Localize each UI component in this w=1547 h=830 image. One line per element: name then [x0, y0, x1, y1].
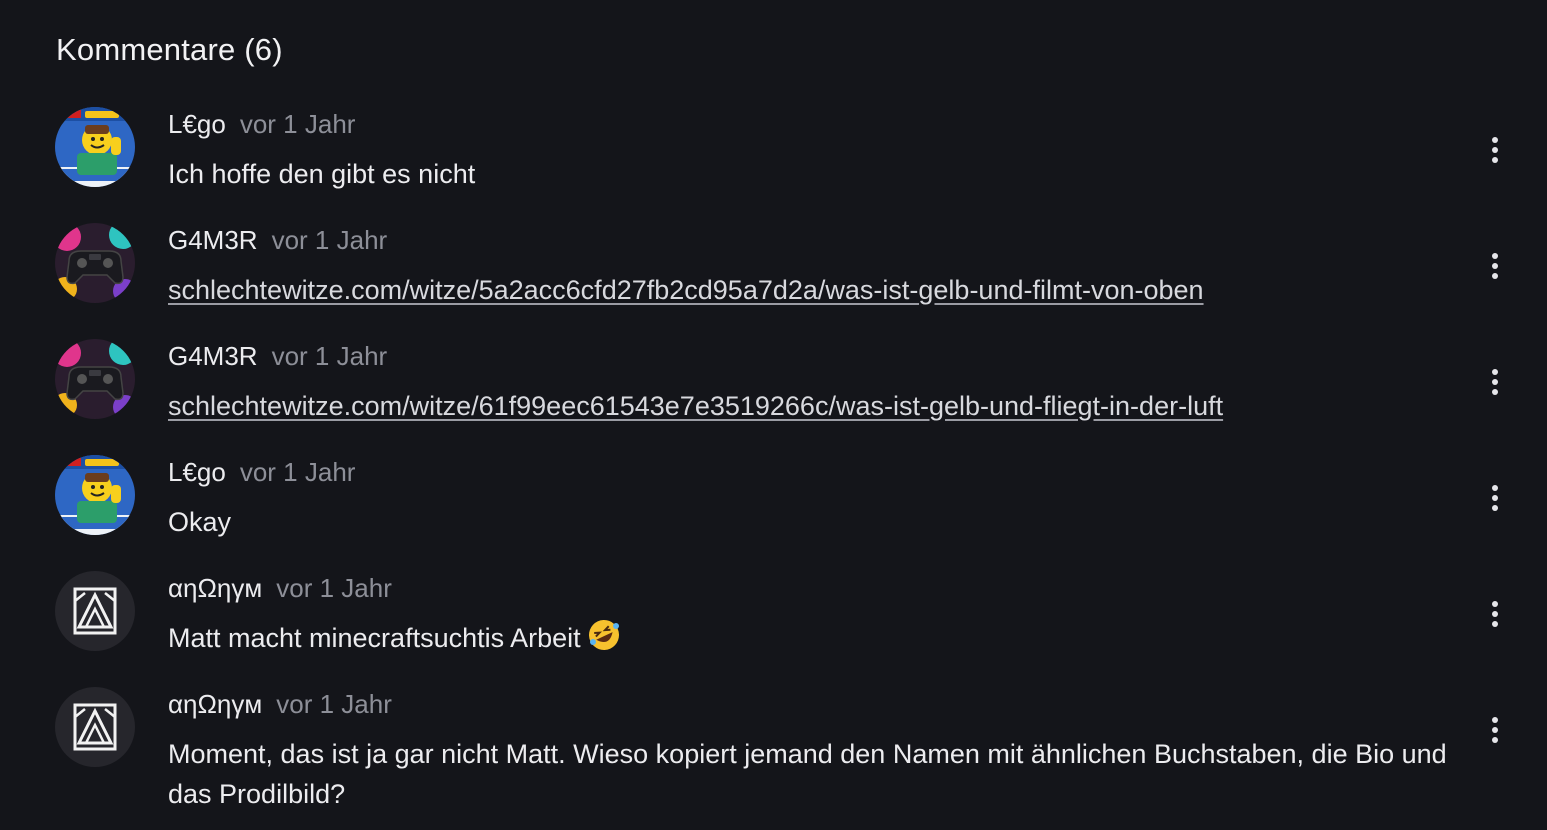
more-options-icon[interactable]	[1480, 483, 1510, 513]
comment-timestamp: vor 1 Jahr	[276, 689, 392, 719]
comment-timestamp: vor 1 Jahr	[271, 225, 388, 255]
comment-meta: αηΩηγм vor 1 Jahr	[168, 689, 392, 720]
anonym-logo-avatar[interactable]	[55, 571, 135, 651]
comment-timestamp: vor 1 Jahr	[271, 341, 388, 371]
comment-text: Moment, das ist ja gar nicht Matt. Wieso…	[168, 739, 1447, 809]
gamepad-avatar[interactable]	[55, 339, 135, 419]
comment-author[interactable]: G4M3R	[168, 341, 258, 371]
comment-text: schlechtewitze.com/witze/61f99eec61543e7…	[168, 386, 1458, 426]
lego-worlds-avatar[interactable]	[55, 107, 135, 187]
comment-text: schlechtewitze.com/witze/5a2acc6cfd27fb2…	[168, 270, 1458, 310]
comment-text: Matt macht minecraftsuchtis Arbeit	[168, 623, 581, 653]
more-options-icon[interactable]	[1480, 715, 1510, 745]
gamepad-avatar[interactable]	[55, 223, 135, 303]
more-options-icon[interactable]	[1480, 251, 1510, 281]
comment-meta: αηΩηγм vor 1 Jahr	[168, 573, 392, 604]
comment-meta: L€go vor 1 Jahr	[168, 457, 355, 488]
comment-link[interactable]: schlechtewitze.com/witze/5a2acc6cfd27fb2…	[168, 275, 1204, 305]
comment-timestamp: vor 1 Jahr	[276, 573, 392, 603]
comments-heading: Kommentare (6)	[56, 32, 283, 67]
comments-section: Kommentare (6) L€go vor 1 Jahr Ich hoffe…	[0, 0, 1547, 830]
more-options-icon[interactable]	[1480, 135, 1510, 165]
rolling-on-floor-laughing-emoji-icon	[587, 618, 621, 663]
comment-meta: L€go vor 1 Jahr	[168, 109, 355, 140]
comment-timestamp: vor 1 Jahr	[239, 457, 356, 487]
comment-author[interactable]: L€go	[168, 457, 226, 487]
more-options-icon[interactable]	[1480, 367, 1510, 397]
comment-text: Ich hoffe den gibt es nicht	[168, 159, 476, 189]
comment-body: Matt macht minecraftsuchtis Arbeit	[168, 618, 1458, 663]
comment-timestamp: vor 1 Jahr	[239, 109, 356, 139]
comment-author[interactable]: L€go	[168, 109, 226, 139]
comment-author[interactable]: G4M3R	[168, 225, 258, 255]
comment-link[interactable]: schlechtewitze.com/witze/61f99eec61543e7…	[168, 391, 1223, 421]
comment-author[interactable]: αηΩηγм	[168, 573, 262, 603]
lego-worlds-avatar[interactable]	[55, 455, 135, 535]
more-options-icon[interactable]	[1480, 599, 1510, 629]
comment-meta: G4M3R vor 1 Jahr	[168, 341, 387, 372]
anonym-logo-avatar[interactable]	[55, 687, 135, 767]
comment-author[interactable]: αηΩηγм	[168, 689, 262, 719]
comment-text: Okay	[168, 507, 232, 537]
comment-meta: G4M3R vor 1 Jahr	[168, 225, 387, 256]
